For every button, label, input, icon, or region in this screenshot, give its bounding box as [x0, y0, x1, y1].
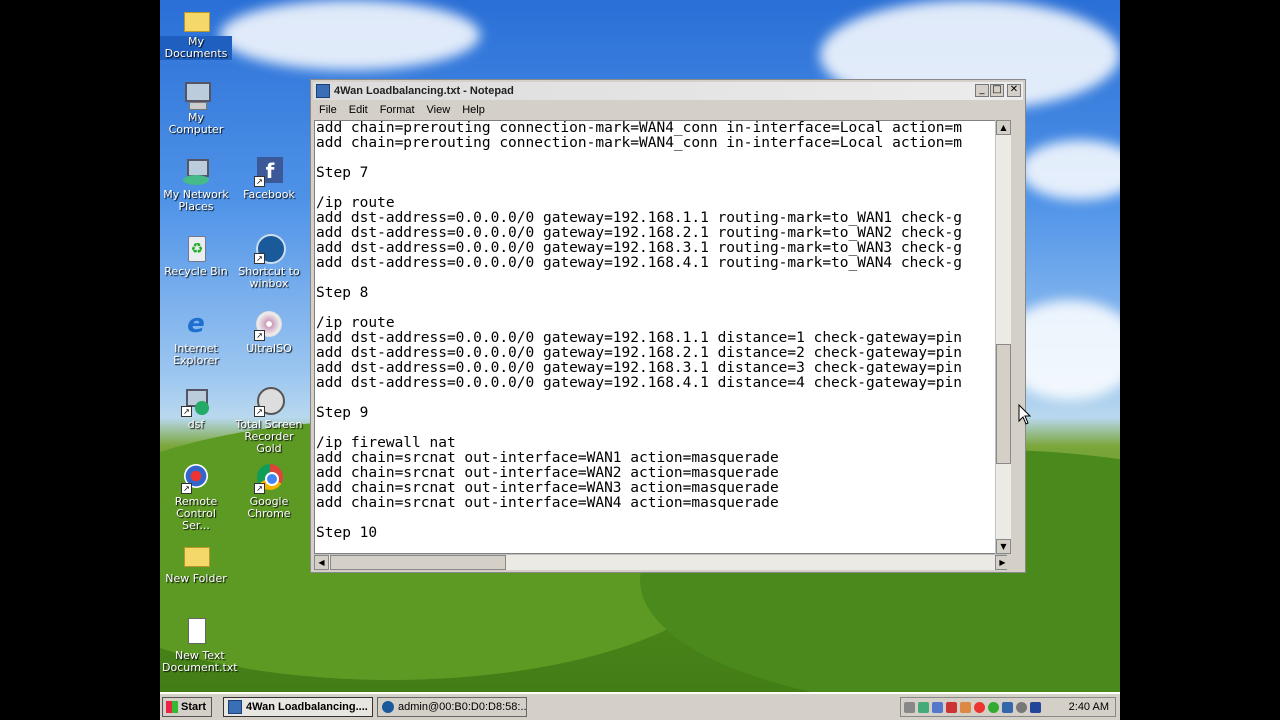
remote-control-icon: ↗: [181, 464, 211, 494]
menu-help[interactable]: Help: [456, 104, 491, 116]
taskbar-item-winbox[interactable]: admin@00:B0:D0:D8:58:...: [377, 697, 527, 717]
menu-file[interactable]: File: [313, 104, 343, 116]
desktop-icon-my-documents[interactable]: My Documents: [160, 4, 232, 60]
mouse-cursor-icon: [1018, 404, 1032, 425]
notepad-icon: [228, 700, 242, 714]
icon-label: Recycle Bin: [164, 265, 228, 278]
icon-label: UltraISO: [246, 342, 292, 355]
icon-label: Facebook: [243, 188, 295, 201]
display-icon[interactable]: [1030, 701, 1041, 713]
menu-edit[interactable]: Edit: [343, 104, 374, 116]
scroll-left-button[interactable]: ◀: [314, 555, 329, 570]
desktop-icon-new-text-document[interactable]: New Text Document.txt: [160, 618, 238, 674]
ie-icon: e: [187, 309, 205, 339]
desktop-icon-my-network-places[interactable]: My Network Places: [160, 157, 232, 213]
clock[interactable]: 2:40 AM: [1069, 701, 1109, 713]
icon-label: My Computer: [168, 111, 224, 136]
remote-control-icon[interactable]: [974, 701, 985, 713]
desktop-icon-winbox[interactable]: ↗ Shortcut to winbox: [233, 234, 305, 290]
close-button[interactable]: ✕: [1007, 84, 1021, 97]
minimize-button[interactable]: _: [975, 84, 989, 97]
desktop-icon-new-folder[interactable]: New Folder: [160, 541, 232, 585]
recorder-icon[interactable]: [1016, 701, 1027, 713]
taskbar-item-label: admin@00:B0:D0:D8:58:...: [398, 701, 527, 713]
menu-view[interactable]: View: [421, 104, 457, 116]
maximize-button[interactable]: □: [990, 84, 1004, 97]
icon-label: New Text Document.txt: [162, 649, 238, 674]
antivirus-icon[interactable]: [960, 701, 971, 713]
taskbar-item-label: 4Wan Loadbalancing....: [246, 701, 368, 713]
desktop-icon-my-computer[interactable]: My Computer: [160, 80, 232, 136]
recycle-bin-icon: ♻: [181, 234, 211, 264]
folder-icon: [181, 541, 211, 571]
window-title: 4Wan Loadbalancing.txt - Notepad: [334, 85, 514, 97]
desktop-icon-total-screen-recorder[interactable]: ↗ Total Screen Recorder Gold: [233, 387, 305, 455]
cloud: [220, 0, 480, 70]
desktop: My Documents My Computer My Network Plac…: [160, 0, 1120, 720]
cloud: [1020, 140, 1120, 200]
film-reel-icon: ↗: [254, 387, 285, 417]
info-icon[interactable]: [988, 701, 999, 713]
icon-label: Remote Control Ser...: [174, 495, 218, 532]
shield-icon[interactable]: [946, 701, 957, 713]
text-editor[interactable]: add chain=prerouting connection-mark=WAN…: [314, 120, 1010, 554]
icon-label: dsf: [187, 418, 205, 431]
computer-icon: [181, 80, 211, 110]
monitor-icon[interactable]: [932, 701, 943, 713]
vertical-scrollbar[interactable]: ▲ ▼: [995, 120, 1011, 554]
network-shortcut-icon: ↗: [181, 387, 211, 417]
pen-icon[interactable]: [904, 701, 915, 713]
desktop-icon-ultraiso[interactable]: ↗ UltraISO: [233, 311, 305, 355]
desktop-icon-recycle-bin[interactable]: ♻ Recycle Bin: [160, 234, 232, 278]
menu-format[interactable]: Format: [374, 104, 421, 116]
title-bar[interactable]: 4Wan Loadbalancing.txt - Notepad _ □ ✕: [313, 82, 1023, 100]
winbox-icon: ↗: [254, 234, 286, 264]
desktop-icon-facebook[interactable]: f ↗ Facebook: [233, 157, 305, 201]
taskbar-item-notepad[interactable]: 4Wan Loadbalancing....: [223, 697, 373, 717]
taskbar: Start 4Wan Loadbalancing.... admin@00:B0…: [160, 692, 1120, 720]
network-icon: [181, 157, 211, 187]
editor-content[interactable]: add chain=prerouting connection-mark=WAN…: [316, 121, 962, 541]
desktop-icon-internet-explorer[interactable]: e Internet Explorer: [160, 311, 232, 367]
icon-label: Shortcut to winbox: [238, 265, 300, 290]
monitor-icon[interactable]: [1002, 701, 1013, 713]
icon-label: My Documents: [160, 36, 232, 60]
winbox-icon: [382, 701, 394, 713]
icon-label: Google Chrome: [247, 495, 291, 520]
resize-grip[interactable]: [1007, 554, 1023, 570]
disc-icon: ↗: [254, 311, 284, 341]
icon-label: New Folder: [165, 572, 227, 585]
chrome-icon: ↗: [254, 464, 284, 494]
desktop-icon-dsf[interactable]: ↗ dsf: [160, 387, 232, 431]
icon-label: Internet Explorer: [173, 342, 219, 367]
windows-flag-icon: [166, 701, 178, 713]
start-button[interactable]: Start: [162, 697, 212, 717]
network-icon[interactable]: [918, 701, 929, 713]
scroll-up-button[interactable]: ▲: [996, 120, 1011, 135]
icon-label: Total Screen Recorder Gold: [235, 418, 303, 455]
notepad-icon: [316, 84, 330, 98]
horizontal-scrollbar[interactable]: ◀ ▶: [314, 554, 1010, 570]
start-label: Start: [181, 701, 207, 713]
icon-label: My Network Places: [163, 188, 229, 213]
notepad-window: 4Wan Loadbalancing.txt - Notepad _ □ ✕ F…: [310, 79, 1026, 573]
horizontal-scroll-thumb[interactable]: [330, 555, 506, 570]
vertical-scroll-thumb[interactable]: [996, 344, 1011, 464]
system-tray: 2:40 AM: [900, 697, 1116, 717]
facebook-icon: f ↗: [254, 157, 284, 187]
desktop-icon-google-chrome[interactable]: ↗ Google Chrome: [233, 464, 305, 520]
desktop-icon-remote-control[interactable]: ↗ Remote Control Ser...: [160, 464, 232, 532]
menu-bar: File Edit Format View Help: [313, 101, 1023, 119]
scroll-down-button[interactable]: ▼: [996, 539, 1011, 554]
text-document-icon: [181, 618, 211, 648]
folder-icon: [181, 4, 211, 34]
